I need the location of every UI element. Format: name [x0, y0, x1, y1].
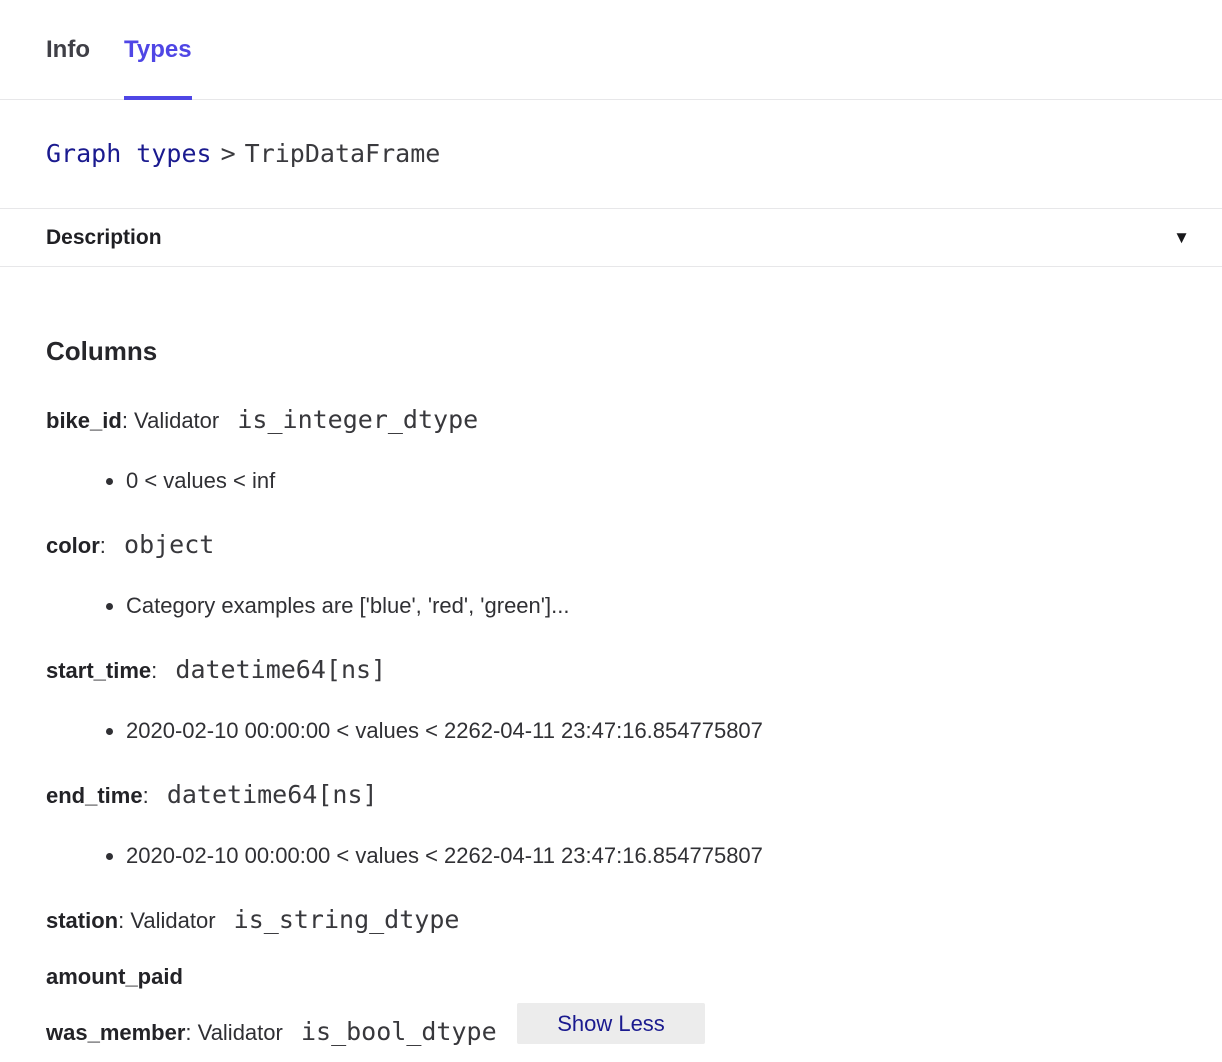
column-validator-prefix: : — [151, 658, 163, 683]
column-constraint: 2020-02-10 00:00:00 < values < 2262-04-1… — [126, 716, 1176, 746]
column-dtype: datetime64[ns] — [167, 780, 378, 809]
columns-heading: Columns — [46, 335, 1176, 367]
column-name: end_time — [46, 783, 143, 808]
breadcrumb: Graph types > TripDataFrame — [0, 100, 1222, 208]
description-accordion[interactable]: Description ▼ — [0, 208, 1222, 267]
column-validator-prefix: : Validator — [122, 408, 226, 433]
column-name: color — [46, 533, 100, 558]
column-name: amount_paid — [46, 964, 183, 989]
types-panel: Info Types Graph types > TripDataFrame Des… — [0, 0, 1222, 1062]
column-name: was_member — [46, 1020, 185, 1045]
column-validator-prefix: : Validator — [185, 1020, 289, 1045]
column-validator-prefix: : — [100, 533, 112, 558]
column-dtype: is_string_dtype — [234, 905, 460, 934]
column-name: start_time — [46, 658, 151, 683]
column-entry-end-time: end_time: datetime64[ns] — [46, 779, 1176, 812]
column-constraints: 2020-02-10 00:00:00 < values < 2262-04-1… — [46, 841, 1176, 871]
description-accordion-label: Description — [46, 226, 162, 250]
column-constraint: 2020-02-10 00:00:00 < values < 2262-04-1… — [126, 841, 1176, 871]
column-entry-color: color: object — [46, 529, 1176, 562]
column-dtype: is_integer_dtype — [237, 405, 478, 434]
column-entry-amount-paid: amount_paid — [46, 960, 1176, 993]
column-entry-station: station: Validator is_string_dtype — [46, 904, 1176, 937]
column-dtype: is_bool_dtype — [301, 1017, 497, 1046]
columns-section: Columns bike_id: Validator is_integer_dt… — [0, 335, 1222, 1062]
column-validator-prefix: : Validator — [118, 908, 222, 933]
column-entry-start-time: start_time: datetime64[ns] — [46, 654, 1176, 687]
column-constraint: 0 < values < inf — [126, 466, 1176, 496]
column-entry-bike-id: bike_id: Validator is_integer_dtype — [46, 404, 1176, 437]
column-constraint: Category examples are ['blue', 'red', 'g… — [126, 591, 1176, 621]
column-name: station — [46, 908, 118, 933]
column-dtype: datetime64[ns] — [175, 655, 386, 684]
show-less-button[interactable]: Show Less — [517, 1003, 705, 1044]
column-dtype: object — [124, 530, 214, 559]
column-constraints: Category examples are ['blue', 'red', 'g… — [46, 591, 1176, 621]
tab-info[interactable]: Info — [46, 0, 90, 100]
tab-types[interactable]: Types — [124, 0, 192, 100]
chevron-down-icon[interactable]: ▼ — [1173, 229, 1190, 246]
column-constraints: 0 < values < inf — [46, 466, 1176, 496]
column-validator-prefix: : — [143, 783, 155, 808]
column-constraints: 2020-02-10 00:00:00 < values < 2262-04-1… — [46, 716, 1176, 746]
breadcrumb-separator: > — [221, 139, 236, 168]
tab-bar: Info Types — [0, 0, 1222, 100]
breadcrumb-link-graph-types[interactable]: Graph types — [46, 139, 212, 168]
column-name: bike_id — [46, 408, 122, 433]
breadcrumb-current: TripDataFrame — [245, 139, 441, 168]
